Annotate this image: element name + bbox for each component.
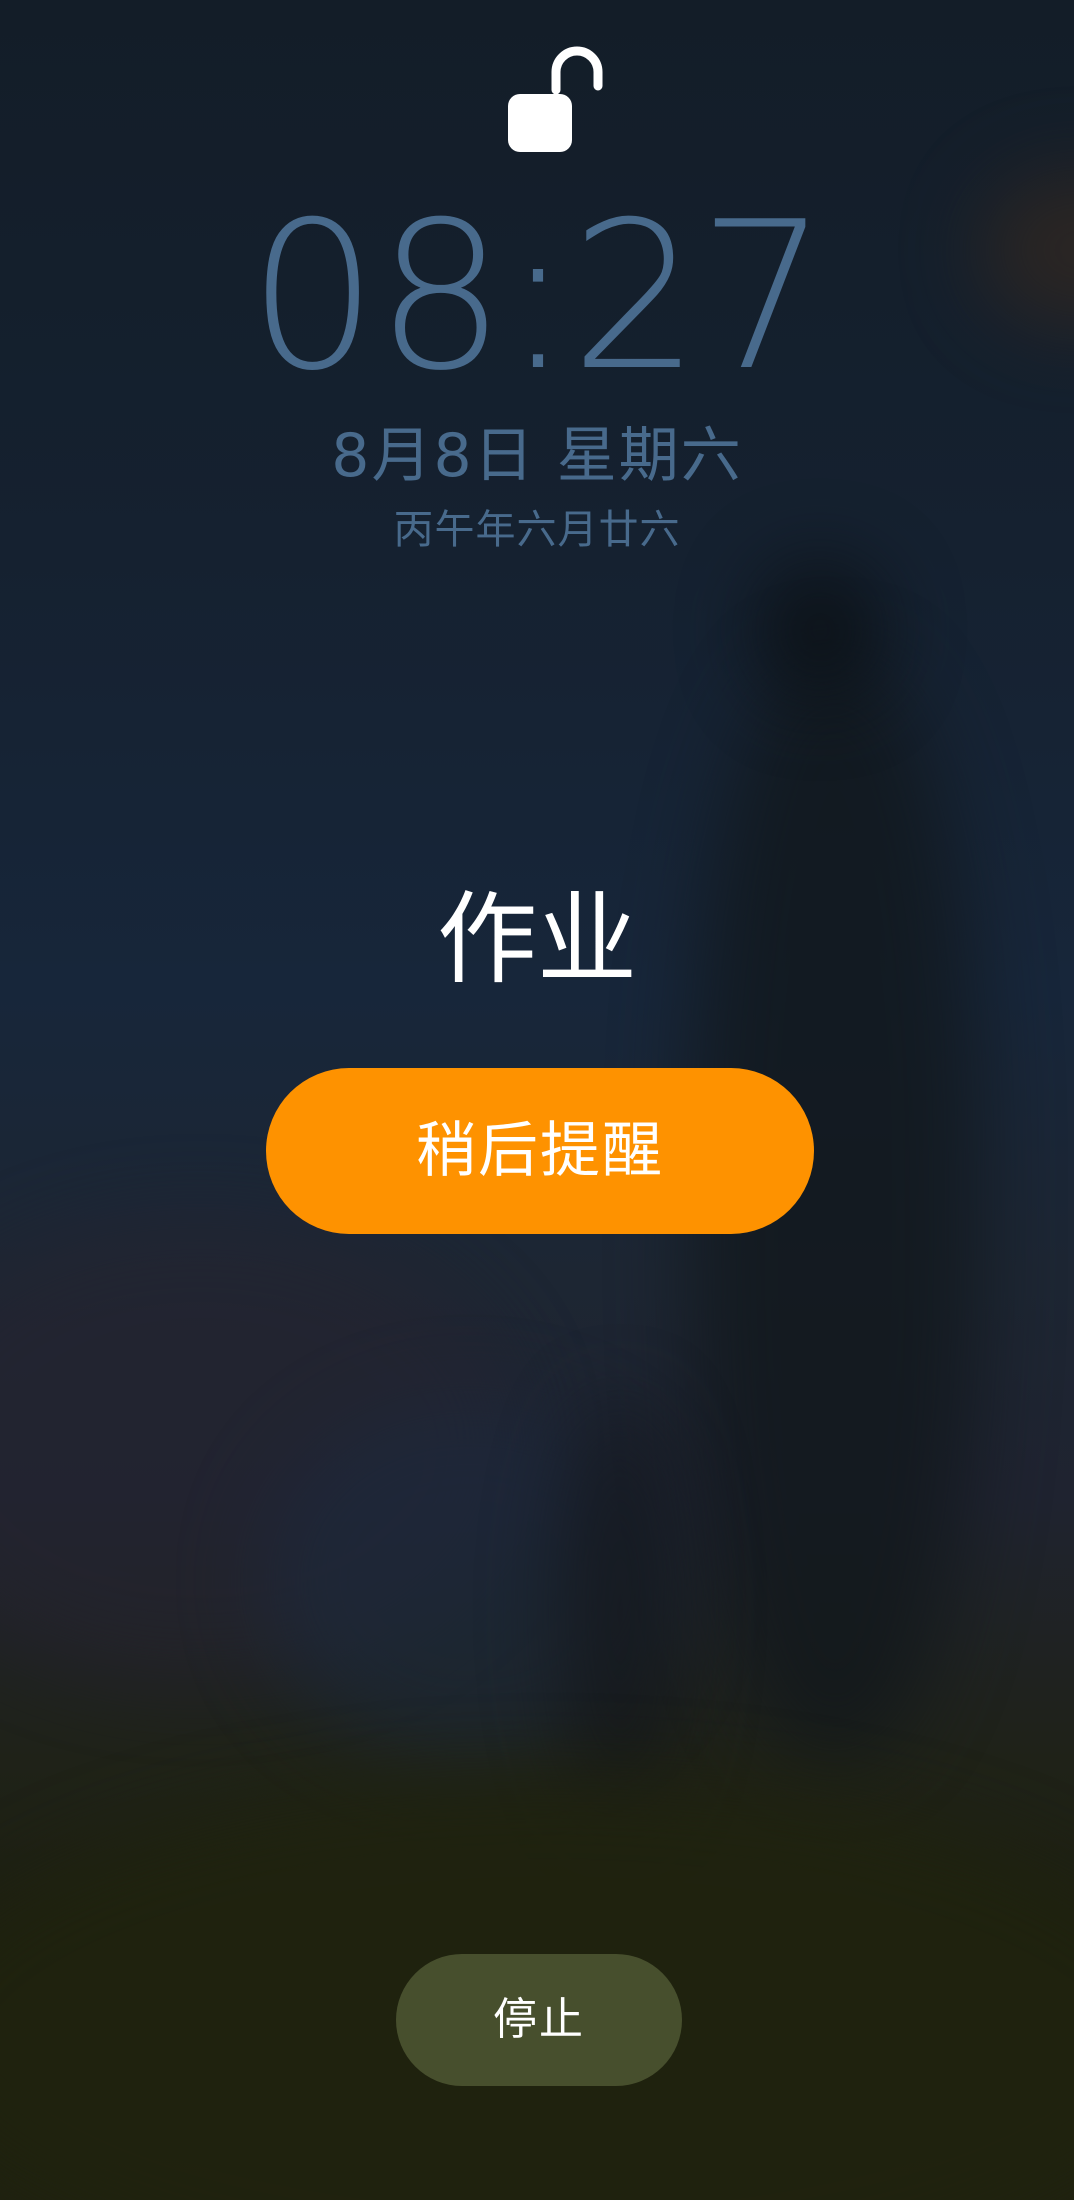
lunar-date-text: 丙午年六月廿六 [393,507,681,553]
date-text: 8月8日 星期六 [331,421,743,491]
alarm-screen: 08:27 8月8日 星期六 丙午年六月廿六 作业 稍后提醒 停止 [0,0,1074,2200]
stop-button[interactable]: 停止 [396,1954,682,2086]
snooze-button[interactable]: 稍后提醒 [266,1068,814,1234]
lock-screen-content: 08:27 8月8日 星期六 丙午年六月廿六 作业 稍后提醒 停止 [0,0,1074,2200]
clock-time: 08:27 [248,179,828,416]
alarm-label: 作业 [437,881,637,998]
unlocked-padlock-icon[interactable] [504,42,608,154]
